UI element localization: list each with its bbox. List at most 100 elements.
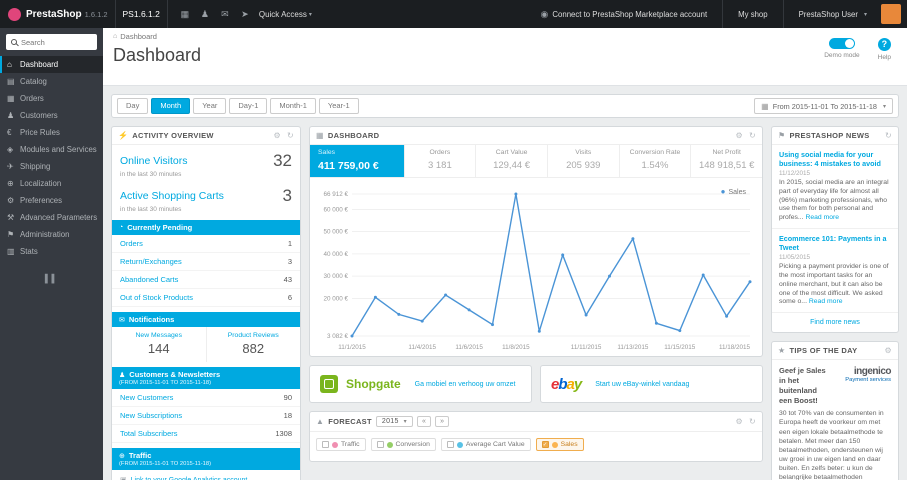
svg-text:50 000 €: 50 000 € <box>323 229 348 236</box>
sidebar-item-shipping[interactable]: ✈ Shipping <box>0 158 103 175</box>
onboarding-icon[interactable]: ➤ <box>235 9 255 20</box>
user-menu[interactable]: PrestaShop User ▾ <box>791 0 875 28</box>
forecast-prev-button[interactable]: « <box>416 416 432 427</box>
forecast-panel: ▲ FORECAST 2015 ▾ « » ⚙ ↻ Traffic Conver… <box>309 411 763 462</box>
gear-icon: ⚙ <box>7 196 15 205</box>
gear-icon[interactable]: ⚙ <box>274 131 281 140</box>
news-headline-link[interactable]: Ecommerce 101: Payments in a Tweet <box>779 234 891 252</box>
filter-month-button[interactable]: Month <box>151 98 191 114</box>
tips-headline: Geef je Sales in het buitenland een Boos… <box>779 366 826 405</box>
svg-text:66 912 €: 66 912 € <box>323 191 348 198</box>
news-headline-link[interactable]: Using social media for your business: 4 … <box>779 150 891 168</box>
gear-icon[interactable]: ⚙ <box>736 417 743 426</box>
sidebar-item-orders[interactable]: ▦ Orders <box>0 90 103 107</box>
filter-month-1-button[interactable]: Month-1 <box>270 98 316 114</box>
read-more-link[interactable]: Read more <box>809 298 843 305</box>
chevron-down-icon: ▾ <box>882 103 886 110</box>
read-more-link[interactable]: Read more <box>805 214 839 221</box>
kpi-net-profit[interactable]: Net Profit 148 918,51 € <box>691 145 762 177</box>
sidebar-item-label: Preferences <box>20 196 63 205</box>
sidebar-item-modules[interactable]: ◈ Modules and Services <box>0 141 103 158</box>
filter-year-1-button[interactable]: Year-1 <box>318 98 359 114</box>
sidebar-item-localization[interactable]: ⊕ Localization <box>0 175 103 192</box>
news-excerpt: Picking a payment provider is one of the… <box>779 263 889 306</box>
new-messages-cell[interactable]: New Messages 144 <box>112 327 207 362</box>
checkbox-icon <box>322 441 329 448</box>
help-label: Help <box>877 54 891 61</box>
forecast-legend-sales[interactable]: ✓ Sales <box>535 438 584 451</box>
sidebar-item-stats[interactable]: ▥ Stats <box>0 243 103 260</box>
collapse-sidebar-icon[interactable]: ▌▌ <box>0 274 103 283</box>
abandoned-carts-link[interactable]: Abandoned Carts <box>120 275 178 284</box>
kpi-sales[interactable]: Sales 411 759,00 € <box>310 145 405 177</box>
sidebar-item-administration[interactable]: ⚑ Administration <box>0 226 103 243</box>
kpi-cart-value[interactable]: Cart Value 129,44 € <box>476 145 548 177</box>
shopgate-link[interactable]: Ga mobiel en verhoog uw omzet <box>415 381 516 388</box>
google-analytics-link[interactable]: Link to your Google Analytics account <box>131 477 248 480</box>
pending-returns-link[interactable]: Return/Exchanges <box>120 257 182 266</box>
date-range-picker[interactable]: ▦ From 2015-11-01 To 2015-11-18 ▾ <box>754 98 893 114</box>
filter-day-button[interactable]: Day <box>117 98 149 114</box>
product-reviews-cell[interactable]: Product Reviews 882 <box>207 327 301 362</box>
traffic-dot-icon <box>332 441 338 448</box>
ebay-promo[interactable]: ebay Start uw eBay-winkel vandaag <box>540 365 763 403</box>
kpi-conversion-rate[interactable]: Conversion Rate 1.54% <box>620 145 692 177</box>
messages-notifications-icon[interactable]: ✉ <box>215 9 235 20</box>
forecast-year-select[interactable]: 2015 ▾ <box>375 416 413 427</box>
new-customers-value: 90 <box>283 393 292 402</box>
forecast-next-button[interactable]: » <box>435 416 450 427</box>
news-excerpt: In 2015, social media are an integral pa… <box>779 179 889 222</box>
refresh-icon[interactable]: ↻ <box>885 131 892 140</box>
sidebar-item-price-rules[interactable]: € Price Rules <box>0 124 103 141</box>
pending-row-abandoned-carts: Abandoned Carts 43 <box>112 271 300 289</box>
tips-of-the-day-panel: ★ TIPS OF THE DAY ⚙ Geef je Sales in het… <box>771 341 899 480</box>
gear-icon[interactable]: ⚙ <box>885 346 892 355</box>
avatar[interactable] <box>881 4 901 24</box>
refresh-icon[interactable]: ↻ <box>749 417 756 426</box>
cart-notifications-icon[interactable]: ▦ <box>175 9 195 20</box>
sidebar-item-customers[interactable]: ♟ Customers <box>0 107 103 124</box>
pending-returns-value: 3 <box>287 257 292 266</box>
new-subscriptions-link[interactable]: New Subscriptions <box>120 411 182 420</box>
page-title: Dashboard <box>113 45 202 65</box>
sidebar-item-preferences[interactable]: ⚙ Preferences <box>0 192 103 209</box>
quick-access-menu[interactable]: Quick Access <box>259 10 307 19</box>
kpi-visits[interactable]: Visits 205 939 <box>548 145 620 177</box>
my-shop-link[interactable]: My shop <box>730 0 775 28</box>
shop-name: PS1.6.1.2 <box>122 9 160 19</box>
marketplace-link[interactable]: ◉ Connect to PrestaShop Marketplace acco… <box>533 0 716 28</box>
ebay-link[interactable]: Start uw eBay-winkel vandaag <box>595 381 689 388</box>
sidebar-item-advanced-parameters[interactable]: ⚒ Advanced Parameters <box>0 209 103 226</box>
news-icon: ⚑ <box>778 131 786 140</box>
shopgate-logo-icon <box>320 375 338 393</box>
news-date: 11/05/2015 <box>779 254 811 262</box>
filter-day-1-button[interactable]: Day-1 <box>229 98 268 114</box>
refresh-icon[interactable]: ↻ <box>749 131 756 140</box>
gear-icon[interactable]: ⚙ <box>736 131 743 140</box>
new-subscriptions-value: 18 <box>283 411 292 420</box>
new-customers-link[interactable]: New Customers <box>120 393 173 402</box>
help-icon[interactable]: ? <box>877 38 891 51</box>
dashboard-icon: ▦ <box>316 131 324 140</box>
online-visitors-label[interactable]: Online Visitors <box>120 155 188 167</box>
forecast-legend-conversion[interactable]: Conversion <box>370 438 436 451</box>
refresh-icon[interactable]: ↻ <box>287 131 294 140</box>
sidebar-item-dashboard[interactable]: ⌂ Dashboard <box>0 56 103 73</box>
demo-mode-toggle[interactable] <box>828 38 855 49</box>
search-input[interactable] <box>21 37 91 47</box>
price-rules-icon: € <box>7 128 12 137</box>
filter-year-button[interactable]: Year <box>193 98 227 114</box>
pending-orders-link[interactable]: Orders <box>120 239 143 248</box>
forecast-legend-traffic[interactable]: Traffic <box>316 438 366 451</box>
out-of-stock-link[interactable]: Out of Stock Products <box>120 293 193 302</box>
total-subscribers-link[interactable]: Total Subscribers <box>120 429 178 438</box>
find-more-news-link[interactable]: Find more news <box>772 313 898 332</box>
active-carts-label[interactable]: Active Shopping Carts <box>120 190 224 202</box>
marketplace-icon: ◉ <box>540 8 549 19</box>
kpi-orders[interactable]: Orders 3 181 <box>405 145 477 177</box>
sidebar-item-catalog[interactable]: ▤ Catalog <box>0 73 103 90</box>
customers-notifications-icon[interactable]: ♟ <box>195 9 215 20</box>
sidebar-item-label: Catalog <box>20 77 47 86</box>
forecast-legend-average-cart-value[interactable]: Average Cart Value <box>440 438 531 451</box>
shopgate-promo[interactable]: Shopgate Ga mobiel en verhoog uw omzet <box>309 365 532 403</box>
